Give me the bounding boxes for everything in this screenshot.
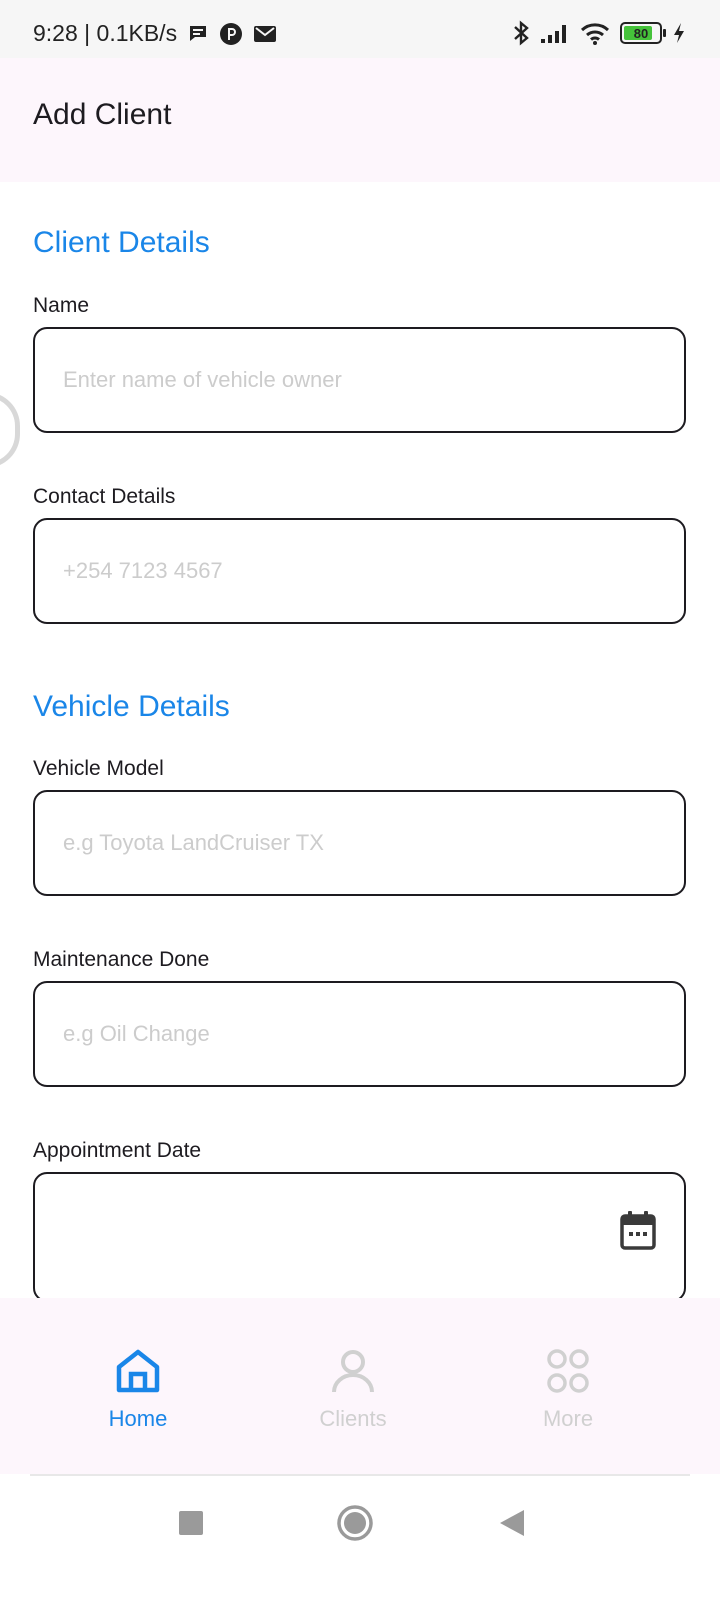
- bluetooth-icon: [512, 20, 530, 46]
- battery-level: 80: [633, 25, 649, 41]
- nav-more-label: More: [542, 1406, 594, 1431]
- network-speed: 0.1KB/s: [96, 20, 178, 46]
- page-title: Add Client: [33, 98, 172, 131]
- form-content: Client Details Name Contact Details Vehi…: [0, 182, 720, 1298]
- status-right: 80: [512, 20, 686, 46]
- p-icon: [219, 22, 243, 46]
- client-details-heading: Client Details: [33, 226, 210, 259]
- appointment-date-field[interactable]: [33, 1172, 686, 1298]
- vehicle-details-heading: Vehicle Details: [33, 690, 230, 723]
- maintenance-label: Maintenance Done: [33, 948, 210, 971]
- back-button[interactable]: [498, 1508, 526, 1543]
- nav-clients[interactable]: Clients: [263, 1298, 443, 1474]
- charging-icon: [672, 22, 686, 44]
- chat-icon: [187, 23, 209, 45]
- wifi-icon: [580, 21, 610, 45]
- home-icon: [115, 1348, 161, 1394]
- calendar-icon[interactable]: [620, 1210, 656, 1255]
- clock: 9:28: [33, 20, 78, 46]
- signal-icon: [540, 22, 570, 44]
- battery-icon: 80: [620, 22, 666, 44]
- appointment-label: Appointment Date: [33, 1139, 202, 1162]
- appointment-date-input[interactable]: [63, 1174, 623, 1280]
- battery-nub: [663, 29, 666, 37]
- maintenance-input[interactable]: [63, 983, 623, 1085]
- person-icon: [330, 1348, 376, 1394]
- nav-clients-label: Clients: [319, 1406, 387, 1431]
- contact-field[interactable]: [33, 518, 686, 624]
- system-navigation-bar: [0, 1476, 720, 1600]
- app-header: Add Client: [0, 58, 720, 182]
- home-button[interactable]: [336, 1504, 374, 1547]
- nav-home[interactable]: Home: [48, 1298, 228, 1474]
- bottom-navigation: Home Clients More: [0, 1298, 720, 1474]
- nav-home-label: Home: [108, 1406, 168, 1431]
- mail-icon: [253, 24, 277, 44]
- vehicle-model-field[interactable]: [33, 790, 686, 896]
- status-bar: 9:28 | 0.1KB/s 80: [0, 0, 720, 58]
- contact-label: Contact Details: [33, 485, 176, 508]
- name-label: Name: [33, 294, 90, 317]
- status-left: 9:28 | 0.1KB/s: [33, 20, 277, 47]
- recents-button[interactable]: [178, 1510, 204, 1541]
- name-input[interactable]: [63, 329, 623, 431]
- name-field[interactable]: [33, 327, 686, 433]
- maintenance-field[interactable]: [33, 981, 686, 1087]
- nav-more[interactable]: More: [478, 1298, 658, 1474]
- contact-input[interactable]: [63, 520, 623, 622]
- vehicle-model-label: Vehicle Model: [33, 757, 164, 780]
- status-time: 9:28 | 0.1KB/s: [33, 20, 178, 46]
- grid-icon: [545, 1348, 591, 1394]
- vehicle-model-input[interactable]: [63, 792, 623, 894]
